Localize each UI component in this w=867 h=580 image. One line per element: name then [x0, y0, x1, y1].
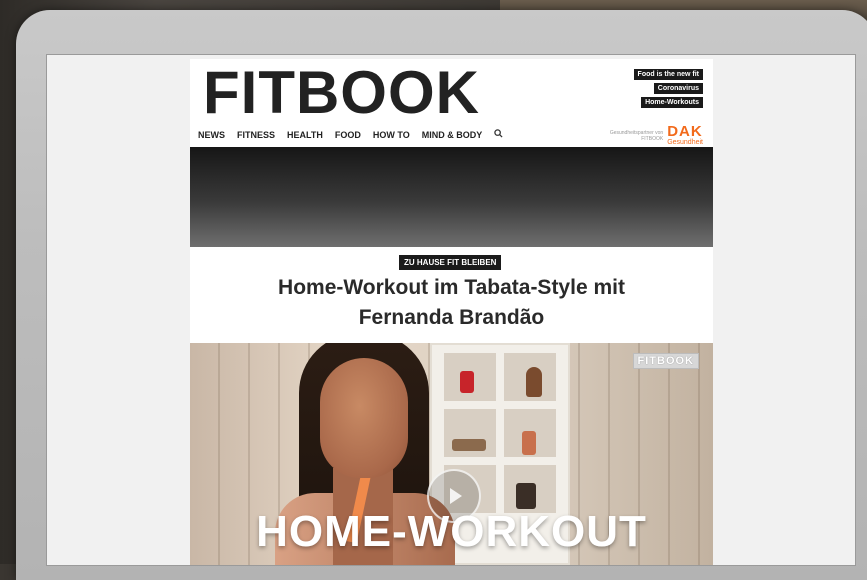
dak-logo-text: DAK [667, 123, 703, 140]
nav-item-health[interactable]: HEALTH [287, 130, 323, 140]
nav-item-how-to[interactable]: HOW TO [373, 130, 410, 140]
main-nav: NEWS FITNESS HEALTH FOOD HOW TO MIND & B… [198, 129, 503, 140]
nav-item-food[interactable]: FOOD [335, 130, 361, 140]
quick-link-home-workouts[interactable]: Home-Workouts [641, 97, 703, 108]
web-page: FITBOOK Food is the new fit Coronavirus … [190, 59, 713, 565]
laptop-screen: FITBOOK Food is the new fit Coronavirus … [46, 54, 856, 566]
article-headline: Home-Workout im Tabata-Style mit Fernand… [278, 276, 625, 329]
quick-link-food[interactable]: Food is the new fit [633, 69, 703, 80]
quick-link-coronavirus[interactable]: Coronavirus [653, 83, 703, 94]
nav-item-fitness[interactable]: FITNESS [237, 130, 275, 140]
search-icon[interactable] [494, 129, 503, 140]
category-label[interactable]: ZU HAUSE FIT BLEIBEN [399, 255, 502, 270]
site-logo[interactable]: FITBOOK [203, 61, 480, 125]
ad-banner[interactable] [190, 147, 713, 247]
video-title: HOME-WORKOUT [256, 507, 647, 556]
nav-item-news[interactable]: NEWS [198, 130, 225, 140]
dak-logo: DAK Gesundheit [667, 123, 703, 146]
nav-item-mind-body[interactable]: MIND & BODY [422, 130, 483, 140]
video-watermark: FITBOOK [632, 353, 699, 369]
partner-text: Gesundheitspartner von FITBOOK [609, 129, 664, 142]
video-player[interactable]: FITBOOK HOME-WORKOUT [190, 343, 713, 565]
health-partner[interactable]: Gesundheitspartner von FITBOOK DAK Gesun… [601, 123, 703, 146]
quick-links: Food is the new fit Coronavirus Home-Wor… [633, 69, 703, 108]
dak-logo-sub: Gesundheit [667, 139, 703, 146]
